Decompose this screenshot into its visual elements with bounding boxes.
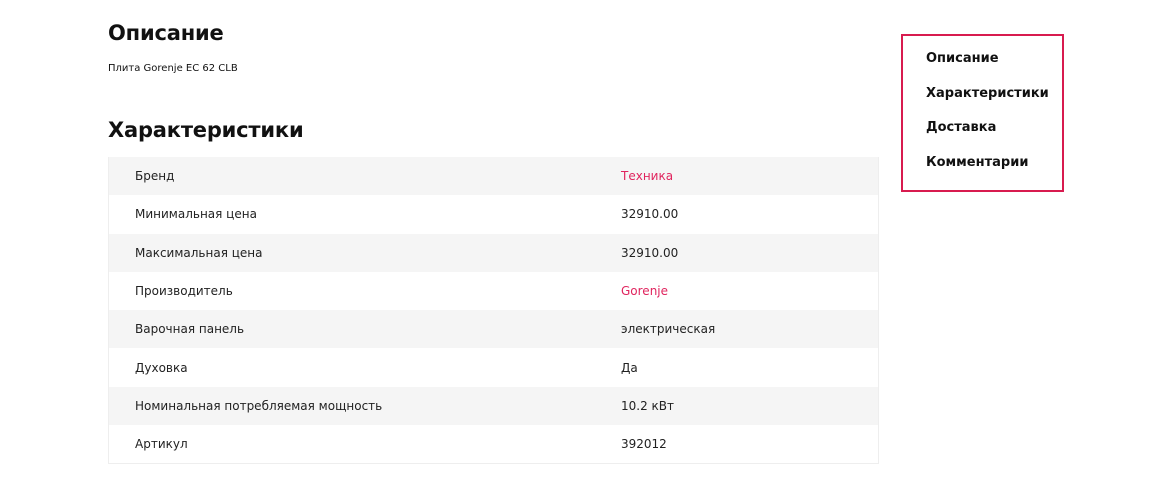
spec-label: Минимальная цена xyxy=(135,207,257,222)
spec-label: Духовка xyxy=(135,360,188,375)
spec-label: Производитель xyxy=(135,284,233,299)
spec-label: Бренд xyxy=(135,169,175,184)
spec-row-sku: Артикул 392012 xyxy=(109,425,878,464)
nav-item-specifications[interactable]: Характеристики xyxy=(903,83,1062,118)
description-text: Плита Gorenje EC 62 CLB xyxy=(108,63,238,74)
spec-label: Варочная панель xyxy=(135,322,245,337)
specifications-table: Бренд Техника Минимальная цена 32910.00 … xyxy=(108,157,879,465)
spec-row-power: Номинальная потребляемая мощность 10.2 к… xyxy=(109,386,878,426)
nav-item-comments[interactable]: Комментарии xyxy=(903,152,1062,187)
spec-row-brand: Бренд Техника xyxy=(109,157,878,196)
spec-row-manufacturer: Производитель Gorenje xyxy=(109,271,878,311)
brand-link[interactable]: Техника xyxy=(621,169,673,183)
spec-row-min-price: Минимальная цена 32910.00 xyxy=(109,195,878,234)
nav-item-delivery[interactable]: Доставка xyxy=(903,117,1062,152)
spec-value: Да xyxy=(621,360,638,375)
spec-value: электрическая xyxy=(621,322,716,337)
spec-row-max-price: Максимальная цена 32910.00 xyxy=(109,233,878,272)
specifications-heading: Характеристики xyxy=(108,118,304,142)
spec-label: Максимальная цена xyxy=(135,245,263,260)
spec-label: Артикул xyxy=(135,437,188,452)
spec-value: 392012 xyxy=(621,437,667,452)
nav-item-description[interactable]: Описание xyxy=(903,48,1062,83)
spec-value: 32910.00 xyxy=(621,207,679,222)
spec-row-hob: Варочная панель электрическая xyxy=(109,310,878,349)
spec-value: 10.2 кВт xyxy=(621,398,675,413)
section-nav: Описание Характеристики Доставка Коммент… xyxy=(901,34,1064,192)
manufacturer-link[interactable]: Gorenje xyxy=(621,284,668,298)
spec-value: 32910.00 xyxy=(621,245,679,260)
spec-row-oven: Духовка Да xyxy=(109,348,878,387)
description-heading: Описание xyxy=(108,21,224,45)
spec-label: Номинальная потребляемая мощность xyxy=(135,398,383,413)
